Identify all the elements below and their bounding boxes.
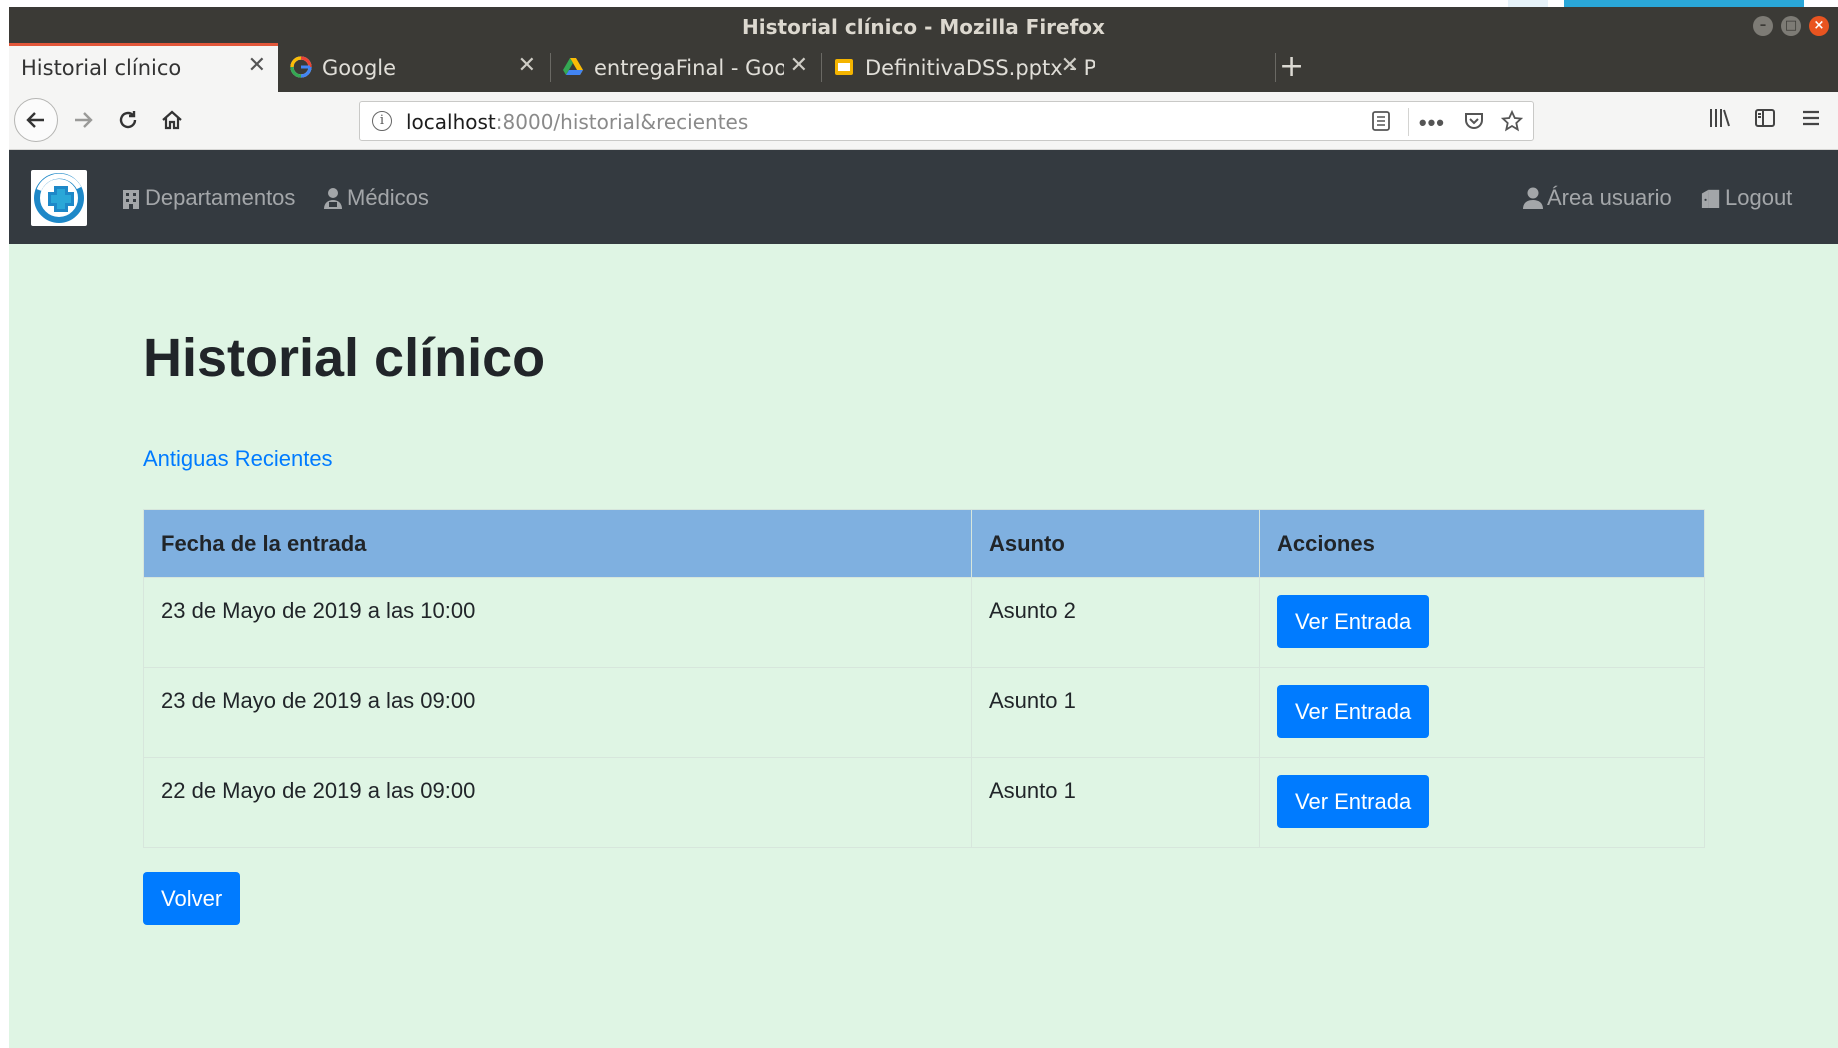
pocket-icon[interactable] [1463, 110, 1485, 138]
urlbar-divider [1408, 108, 1409, 136]
cell-acciones: Ver Entrada [1259, 757, 1705, 848]
tab-separator [1275, 53, 1276, 82]
hamburger-menu-icon[interactable] [1799, 106, 1823, 136]
tab-google[interactable]: Google ✕ [278, 43, 548, 92]
library-icon[interactable] [1707, 106, 1731, 136]
url-text[interactable]: localhost:8000/historial&recientes [406, 110, 748, 134]
page-actions-icon[interactable]: ••• [1419, 110, 1445, 136]
door-exit-icon [1701, 189, 1720, 208]
cell-fecha: 23 de Mayo de 2019 a las 10:00 [143, 577, 972, 668]
window-title: Historial clínico - Mozilla Firefox [742, 15, 1105, 39]
reload-button[interactable] [106, 98, 150, 142]
tab-close-icon[interactable]: ✕ [790, 53, 808, 78]
cell-acciones: Ver Entrada [1259, 667, 1705, 758]
table-row: 23 de Mayo de 2019 a las 09:00 Asunto 1 … [143, 667, 1705, 758]
site-navbar: Departamentos Médicos Área usuario Logou… [9, 150, 1838, 244]
medical-cross-logo-icon [34, 173, 84, 223]
tab-label: entregaFinal - Google Dri [594, 56, 784, 80]
header-asunto: Asunto [971, 509, 1260, 578]
google-icon [290, 56, 312, 78]
tab-label: Google [322, 56, 397, 80]
info-icon[interactable]: i [372, 111, 392, 131]
nav-medicos-label: Médicos [347, 185, 429, 210]
cell-asunto: Asunto 1 [971, 757, 1260, 848]
close-window-icon[interactable]: × [1809, 16, 1829, 36]
ver-entrada-button[interactable]: Ver Entrada [1277, 775, 1430, 828]
minimize-icon[interactable]: – [1753, 16, 1773, 36]
building-icon [123, 190, 139, 209]
reload-icon [119, 111, 137, 129]
volver-button[interactable]: Volver [143, 872, 241, 925]
arrow-right-icon [75, 112, 93, 128]
table-row: 22 de Mayo de 2019 a las 09:00 Asunto 1 … [143, 757, 1705, 848]
site-logo[interactable] [31, 170, 87, 226]
maximize-icon[interactable]: □ [1781, 16, 1801, 36]
desktop-accent [1564, 0, 1804, 7]
cell-fecha: 23 de Mayo de 2019 a las 09:00 [143, 667, 972, 758]
tab-close-icon[interactable]: ✕ [518, 53, 536, 78]
window-titlebar: Historial clínico - Mozilla Firefox – □ … [9, 7, 1838, 43]
page-title: Historial clínico [143, 328, 546, 388]
arrow-left-icon [26, 112, 44, 128]
header-fecha: Fecha de la entrada [143, 509, 972, 578]
forward-button[interactable] [61, 98, 105, 142]
nav-area-usuario-label: Área usuario [1547, 185, 1672, 210]
header-acciones: Acciones [1259, 509, 1705, 578]
sort-antiguas-recientes-link[interactable]: Antiguas Recientes [143, 446, 333, 472]
doctor-icon [324, 188, 342, 209]
cell-asunto: Asunto 2 [971, 577, 1260, 668]
tab-label: Historial clínico [21, 56, 182, 80]
nav-logout-label: Logout [1725, 185, 1793, 210]
tab-strip: Historial clínico ✕ Google ✕ entregaFina [9, 43, 1838, 92]
back-button[interactable] [14, 98, 58, 142]
browser-window: Historial clínico - Mozilla Firefox – □ … [9, 7, 1838, 1048]
cell-acciones: Ver Entrada [1259, 577, 1705, 668]
desktop-top-strip [0, 0, 1838, 7]
nav-departamentos[interactable]: Departamentos [121, 185, 295, 211]
tab-close-icon[interactable]: ✕ [248, 53, 266, 78]
tab-historial[interactable]: Historial clínico ✕ [9, 43, 278, 92]
historial-table: Fecha de la entrada Asunto Acciones 23 d… [143, 509, 1705, 848]
nav-logout[interactable]: Logout [1701, 185, 1792, 211]
browser-toolbar: i localhost:8000/historial&recientes ••• [9, 92, 1838, 150]
tab-close-icon[interactable]: ✕ [1061, 53, 1079, 78]
nav-medicos[interactable]: Médicos [323, 185, 429, 211]
home-icon [162, 110, 182, 130]
cell-asunto: Asunto 1 [971, 667, 1260, 758]
nav-departamentos-label: Departamentos [145, 185, 296, 210]
table-header-row: Fecha de la entrada Asunto Acciones [143, 509, 1705, 578]
url-host: localhost [406, 110, 496, 134]
sidebar-icon[interactable] [1753, 106, 1777, 136]
reader-view-icon[interactable] [1371, 110, 1391, 138]
user-icon [1523, 187, 1543, 209]
url-bar[interactable]: i localhost:8000/historial&recientes ••• [359, 101, 1534, 141]
nav-area-usuario[interactable]: Área usuario [1523, 185, 1672, 211]
google-drive-icon [563, 58, 583, 75]
url-path: :8000/historial&recientes [495, 110, 749, 134]
ver-entrada-button[interactable]: Ver Entrada [1277, 595, 1430, 648]
tab-slides[interactable]: DefinitivaDSS.pptx - Pres ✕ [821, 43, 1271, 92]
home-button[interactable] [150, 98, 194, 142]
table-row: 23 de Mayo de 2019 a las 10:00 Asunto 2 … [143, 577, 1705, 668]
ver-entrada-button[interactable]: Ver Entrada [1277, 685, 1430, 738]
new-tab-button[interactable]: + [1279, 49, 1304, 84]
tab-drive[interactable]: entregaFinal - Google Dri ✕ [550, 43, 820, 92]
google-slides-icon [835, 59, 853, 75]
bookmark-star-icon[interactable] [1500, 109, 1524, 138]
desktop-accent-light [1508, 0, 1548, 7]
cell-fecha: 22 de Mayo de 2019 a las 09:00 [143, 757, 972, 848]
